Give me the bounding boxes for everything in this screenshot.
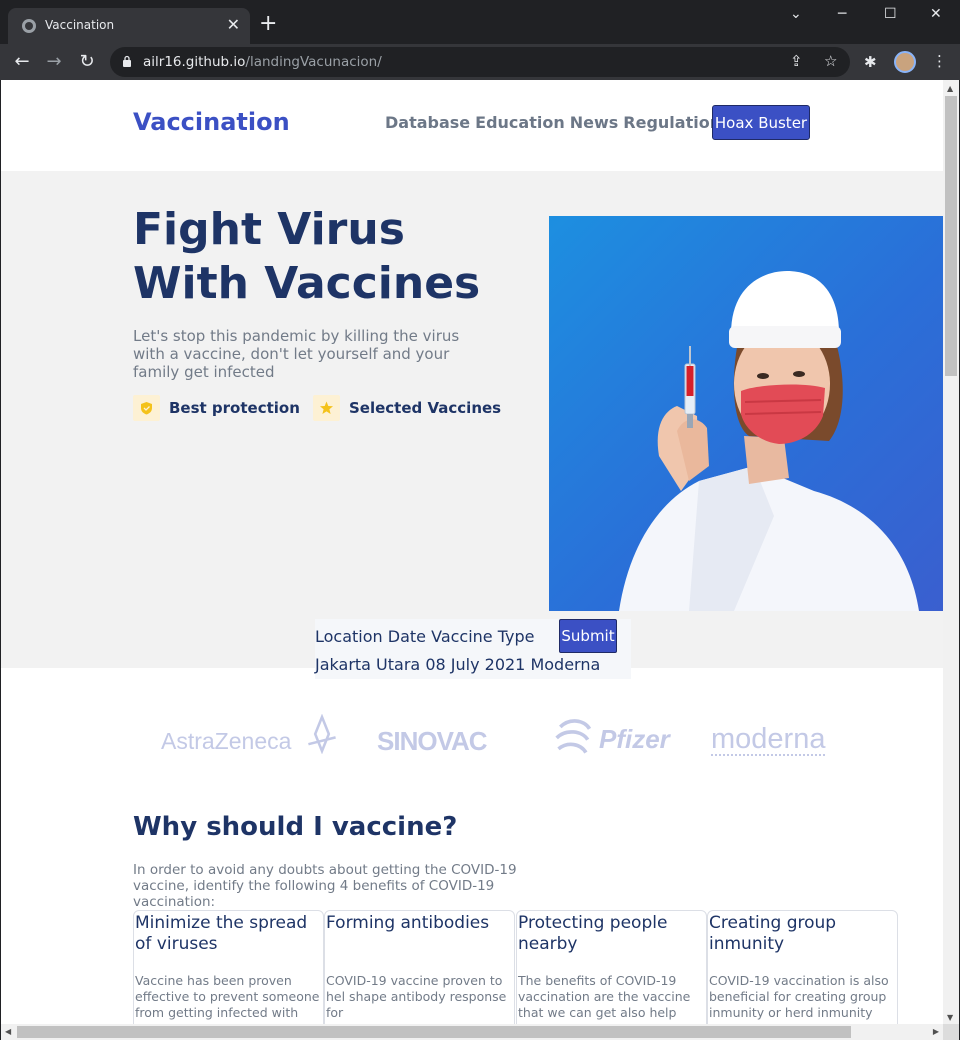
tab-title: Vaccination	[45, 18, 115, 32]
vaccine-type-value[interactable]: Moderna	[530, 655, 600, 674]
moderna-logo: moderna	[711, 723, 826, 756]
vertical-scroll-thumb[interactable]	[945, 96, 957, 376]
nav-item-database[interactable]: Database	[385, 113, 470, 132]
section-intro: In order to avoid any doubts about getti…	[133, 862, 517, 910]
back-icon[interactable]: ←	[10, 50, 34, 74]
nurse-with-syringe-image	[549, 216, 943, 611]
address-bar[interactable]: ailr16.github.io/landingVacunacion/ ⇪ ☆	[110, 47, 850, 77]
browser-toolbar: ← → ↻ ailr16.github.io/landingVacunacion…	[0, 44, 960, 80]
feature-label: Best protection	[169, 399, 300, 417]
window-close-icon[interactable]: ✕	[930, 6, 942, 22]
nav-item-education[interactable]: Education	[475, 113, 565, 132]
card-body: Vaccine has been proven effective to pre…	[135, 973, 320, 1020]
card-title: Protecting people nearby	[518, 913, 668, 954]
scroll-left-icon[interactable]: ◀	[5, 1027, 11, 1036]
hero-subtitle: Let's stop this pandemic by killing the …	[133, 327, 460, 381]
date-value[interactable]: 08 July 2021	[425, 655, 525, 674]
nav-item-news[interactable]: News	[570, 113, 619, 132]
lock-icon	[123, 55, 131, 67]
browser-tab[interactable]: Vaccination ✕	[8, 8, 250, 44]
forward-icon[interactable]: →	[42, 50, 66, 74]
tab-search-icon[interactable]: ⌄	[790, 6, 802, 22]
astrazeneca-symbol-icon	[308, 714, 336, 754]
form-header-vaccine-type: Vaccine Type	[431, 627, 535, 646]
horizontal-scrollbar[interactable]: ◀ ▶	[1, 1024, 943, 1040]
star-icon	[313, 395, 340, 421]
hero-title-line: With Vaccines	[133, 258, 481, 309]
vertical-scrollbar[interactable]: ▲ ▼	[943, 80, 959, 1024]
location-value[interactable]: Jakarta Utara	[315, 655, 420, 674]
hero-title-line: Fight Virus	[133, 204, 405, 255]
benefit-card: Minimize the spread of viruses Vaccine h…	[133, 910, 324, 1024]
logo-text: AstraZeneca	[161, 728, 292, 754]
hoax-buster-button[interactable]: Hoax Buster	[712, 105, 810, 140]
hero-section: Fight Virus With Vaccines Let's stop thi…	[1, 171, 943, 679]
feature-label: Selected Vaccines	[349, 399, 502, 417]
close-icon[interactable]: ✕	[227, 15, 240, 35]
form-value-row: Jakarta Utara 08 July 2021 Moderna	[315, 655, 600, 674]
scroll-right-icon[interactable]: ▶	[933, 1027, 939, 1036]
scrollbar-corner	[943, 1024, 959, 1040]
page-viewport: Vaccination Database Education News Regulat…	[1, 80, 943, 1024]
maximize-icon[interactable]: ☐	[884, 6, 897, 22]
scroll-down-icon[interactable]: ▼	[947, 1013, 953, 1022]
form-header-date: Date	[387, 627, 427, 646]
browser-tabbar: Vaccination ✕ + ⌄ ─ ☐ ✕	[0, 0, 960, 44]
card-body: COVID-19 vaccine proven to hel shape ant…	[326, 973, 507, 1020]
url-path: /landingVacunacion/	[245, 54, 382, 70]
form-header-row: Location Date Vaccine Type	[315, 627, 534, 646]
card-body: COVID-19 vaccination is also beneficial …	[709, 973, 889, 1020]
card-title: Creating group inmunity	[709, 913, 837, 954]
sinovac-logo: SINOVAC	[377, 726, 488, 756]
url-text: ailr16.github.io/landingVacunacion/	[143, 54, 382, 70]
reload-icon[interactable]: ↻	[75, 50, 99, 74]
nav-item-regulation[interactable]: Regulation	[623, 113, 721, 132]
section-title: Why should I vaccine?	[133, 812, 458, 842]
benefit-card: Protecting people nearby The benefits of…	[516, 910, 707, 1024]
benefit-card: Creating group inmunity COVID-19 vaccina…	[707, 910, 898, 1024]
horizontal-scroll-thumb[interactable]	[17, 1026, 851, 1038]
site-logo[interactable]: Vaccination	[133, 108, 290, 136]
submit-button[interactable]: Submit	[559, 619, 617, 653]
menu-icon[interactable]: ⋮	[932, 52, 947, 70]
share-icon[interactable]: ⇪	[790, 52, 803, 70]
new-tab-icon[interactable]: +	[259, 13, 277, 35]
logo-text: Pfizer	[599, 724, 670, 754]
astrazeneca-logo: AstraZeneca	[161, 714, 336, 755]
site-nav: Database Education News Regulation	[385, 113, 726, 132]
pfizer-symbol-icon	[555, 719, 592, 754]
minimize-icon[interactable]: ─	[838, 6, 846, 22]
vaccination-form: Location Date Vaccine Type Submit Jakart…	[315, 619, 631, 679]
bookmark-star-icon[interactable]: ☆	[824, 52, 837, 70]
card-title: Forming antibodies	[326, 913, 490, 933]
card-body: The benefits of COVID-19 vaccination are…	[518, 973, 691, 1020]
profile-avatar[interactable]	[894, 51, 916, 73]
scroll-up-icon[interactable]: ▲	[947, 84, 953, 93]
card-title: Minimize the spread of viruses	[135, 913, 308, 954]
extensions-icon[interactable]: ✱	[864, 53, 877, 71]
benefit-card: Forming antibodies COVID-19 vaccine prov…	[324, 910, 515, 1024]
shield-icon	[133, 395, 160, 421]
url-host: ailr16.github.io	[143, 54, 246, 70]
globe-icon	[22, 19, 36, 33]
hero-title: Fight Virus With Vaccines	[133, 203, 533, 311]
form-header-location: Location	[315, 627, 383, 646]
